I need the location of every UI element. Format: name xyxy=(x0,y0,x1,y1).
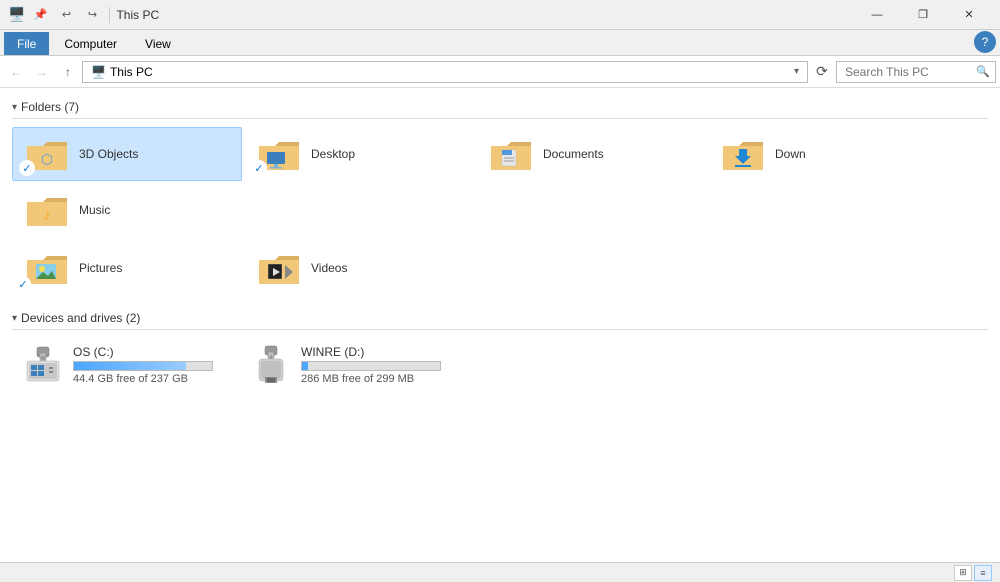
pin-button[interactable]: 📌 xyxy=(29,5,51,25)
title-bar: 🖥️ 📌 ↩ ↪ This PC — ❐ ✕ xyxy=(0,0,1000,30)
folder-label-downloads: Down xyxy=(775,147,806,161)
folder-item-3d-objects[interactable]: ⬡ 3D Objects ✓ xyxy=(12,127,242,181)
tab-computer[interactable]: Computer xyxy=(51,32,130,55)
folders-section-label: Folders (7) xyxy=(21,100,79,114)
refresh-button[interactable]: ⟳ xyxy=(810,60,834,84)
folder-label-3d-objects: 3D Objects xyxy=(79,147,138,161)
forward-button[interactable]: → xyxy=(30,60,54,84)
folders-grid-row2: Pictures ✓ Videos xyxy=(12,241,988,295)
svg-text:♪: ♪ xyxy=(43,207,51,224)
path-text: This PC xyxy=(110,65,153,79)
folder-item-videos[interactable]: Videos xyxy=(244,241,474,295)
folder-item-music[interactable]: ♪ Music xyxy=(12,183,242,237)
drive-c-bar xyxy=(73,361,213,371)
address-path[interactable]: 🖥️ This PC ▾ xyxy=(82,61,808,83)
close-button[interactable]: ✕ xyxy=(946,0,992,30)
undo-button[interactable]: ↩ xyxy=(55,5,77,25)
up-button[interactable]: ↑ xyxy=(56,60,80,84)
ribbon-tabs: File Computer View ? xyxy=(0,30,1000,56)
drives-section-label: Devices and drives (2) xyxy=(21,311,140,325)
divider xyxy=(109,7,110,23)
folder-label-videos: Videos xyxy=(311,261,347,275)
folder-item-documents[interactable]: Documents xyxy=(476,127,706,181)
folder-label-music: Music xyxy=(79,203,110,217)
folder-icon-downloads xyxy=(719,134,767,174)
drives-section-header[interactable]: ▾ Devices and drives (2) xyxy=(12,311,988,330)
drive-item-d[interactable]: WINRE (D:) 286 MB free of 299 MB xyxy=(240,338,452,392)
drive-icon-d xyxy=(251,345,291,385)
drive-c-fill xyxy=(74,362,186,370)
drive-c-space: 44.4 GB free of 237 GB xyxy=(73,373,213,385)
window-controls: — ❐ ✕ xyxy=(854,0,992,30)
redo-button[interactable]: ↪ xyxy=(81,5,103,25)
minimize-button[interactable]: — xyxy=(854,0,900,30)
folder-item-pictures[interactable]: Pictures ✓ xyxy=(12,241,242,295)
drives-grid: OS (C:) 44.4 GB free of 237 GB xyxy=(12,338,988,392)
folders-chevron-icon: ▾ xyxy=(12,102,17,113)
status-bar: ⊞ ≡ xyxy=(0,562,1000,582)
drive-d-name: WINRE (D:) xyxy=(301,345,441,359)
path-folder-icon: 🖥️ xyxy=(91,65,106,79)
check-badge-desktop: ✓ xyxy=(251,160,267,176)
tab-view[interactable]: View xyxy=(132,32,184,55)
folders-section-header[interactable]: ▾ Folders (7) xyxy=(12,100,988,119)
folder-label-desktop: Desktop xyxy=(311,147,355,161)
view-tiles-button[interactable]: ⊞ xyxy=(954,565,972,581)
drives-chevron-icon: ▾ xyxy=(12,313,17,324)
folder-item-downloads[interactable]: Down xyxy=(708,127,938,181)
help-button[interactable]: ? xyxy=(974,31,996,53)
svg-text:⬡: ⬡ xyxy=(41,151,53,167)
check-badge-3d-objects: ✓ xyxy=(19,160,35,176)
maximize-button[interactable]: ❐ xyxy=(900,0,946,30)
drive-d-space: 286 MB free of 299 MB xyxy=(301,373,441,385)
window-title: This PC xyxy=(116,8,159,22)
view-toggle-buttons: ⊞ ≡ xyxy=(954,565,992,581)
folder-icon-documents xyxy=(487,134,535,174)
drive-d-bar xyxy=(301,361,441,371)
drive-item-c[interactable]: OS (C:) 44.4 GB free of 237 GB xyxy=(12,338,224,392)
folder-item-desktop[interactable]: Desktop ✓ xyxy=(244,127,474,181)
search-input[interactable] xyxy=(836,61,996,83)
view-list-button[interactable]: ≡ xyxy=(974,565,992,581)
check-badge-pictures: ✓ xyxy=(15,276,31,292)
folder-icon-videos xyxy=(255,248,303,288)
folder-label-documents: Documents xyxy=(543,147,604,161)
tab-file[interactable]: File xyxy=(4,32,49,55)
search-icon: 🔍 xyxy=(976,65,990,78)
drive-d-info: WINRE (D:) 286 MB free of 299 MB xyxy=(301,345,441,385)
drive-c-name: OS (C:) xyxy=(73,345,213,359)
drive-icon-c xyxy=(23,345,63,385)
folder-label-pictures: Pictures xyxy=(79,261,122,275)
folder-icon-music: ♪ xyxy=(23,190,71,230)
main-content: ▾ Folders (7) ⬡ 3D Objects ✓ xyxy=(0,88,1000,538)
folders-grid: ⬡ 3D Objects ✓ Desktop ✓ xyxy=(12,127,988,237)
address-chevron-icon: ▾ xyxy=(794,66,799,77)
drive-c-info: OS (C:) 44.4 GB free of 237 GB xyxy=(73,345,213,385)
window-icon: 🖥️ xyxy=(8,6,25,23)
back-button[interactable]: ← xyxy=(4,60,28,84)
drive-d-fill xyxy=(302,362,308,370)
search-container: 🔍 xyxy=(836,61,996,83)
address-bar: ← → ↑ 🖥️ This PC ▾ ⟳ 🔍 xyxy=(0,56,1000,88)
